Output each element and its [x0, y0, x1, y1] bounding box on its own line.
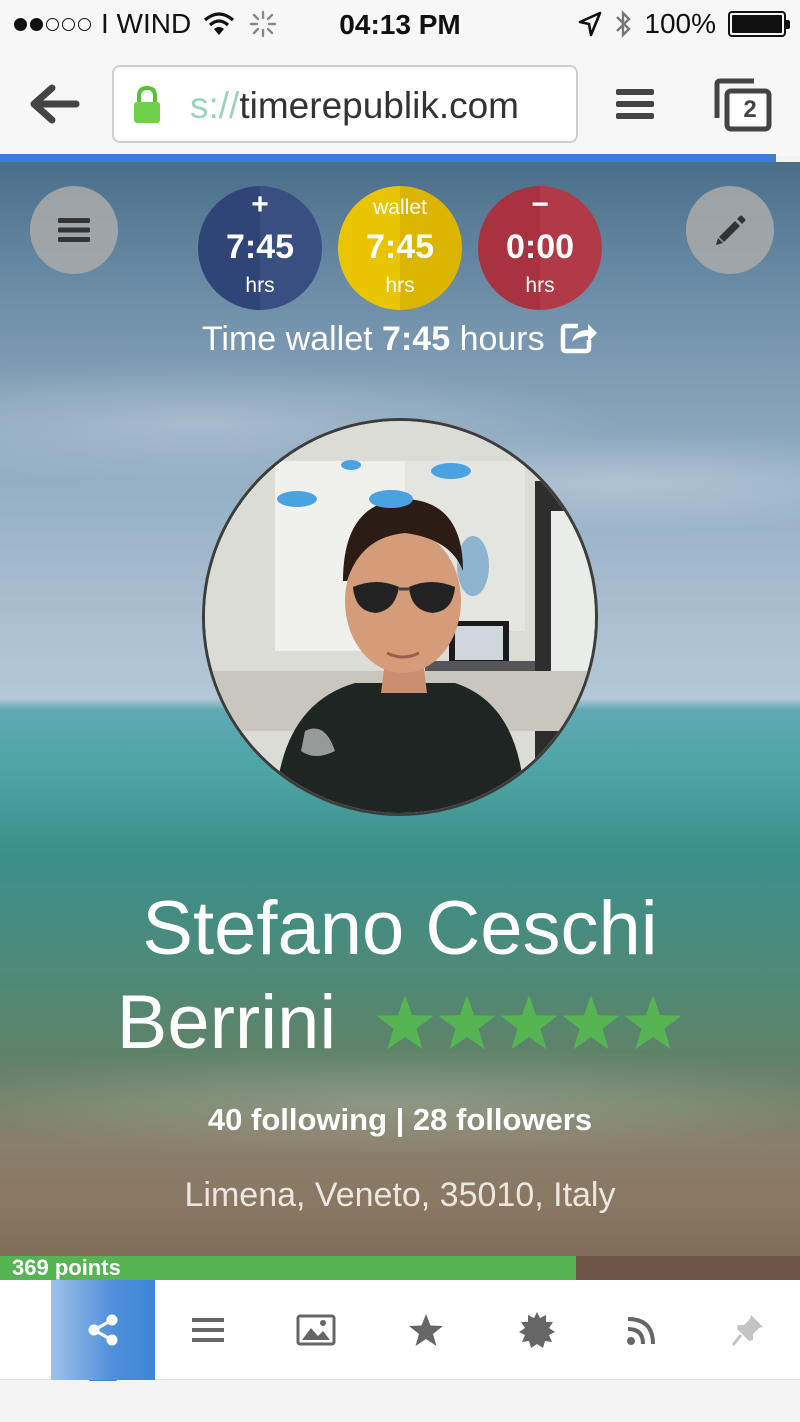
profile-location: Limena, Veneto, 35010, Italy [184, 1176, 616, 1214]
pin-icon [731, 1315, 763, 1346]
url-text: s://timerepublik.com [190, 85, 519, 126]
tab-pinned[interactable] [696, 1280, 800, 1380]
battery-percent: 100% [644, 8, 716, 39]
image-icon [296, 1314, 336, 1346]
points-progress-bar: 369 points [0, 1256, 800, 1280]
share-external-icon[interactable] [560, 320, 598, 354]
follow-stats[interactable]: 40 following | 28 followers [0, 1102, 800, 1138]
tab-photos[interactable] [264, 1280, 368, 1380]
bluetooth-icon [616, 10, 632, 38]
earned-hours-circle[interactable]: + 7:45 hrs [198, 186, 322, 310]
lock-icon [134, 85, 160, 123]
page-content-below [0, 1381, 800, 1422]
rating-star [624, 995, 682, 1050]
tab-list[interactable] [156, 1280, 260, 1380]
profile-hero: + 7:45 hrs wallet 7:45 hrs − 0:00 hrs Ti… [0, 162, 800, 1280]
rss-icon [627, 1317, 655, 1345]
battery-icon [728, 11, 790, 37]
pencil-icon [716, 215, 746, 245]
tab-favorites[interactable] [374, 1280, 478, 1380]
profile-photo[interactable] [202, 418, 598, 816]
edit-profile-button[interactable] [686, 186, 774, 274]
points-label: 369 points [12, 1255, 121, 1280]
page-load-progress [0, 154, 776, 162]
rating-star [500, 995, 558, 1050]
address-bar[interactable]: s://timerepublik.com [112, 65, 578, 143]
hamburger-icon [58, 218, 90, 242]
tab-count: 2 [743, 96, 757, 123]
time-wallet-summary: Time wallet 7:45 hours [0, 320, 800, 359]
profile-name: Stefano Ceschi Berrini [0, 882, 800, 1070]
list-icon [192, 1318, 224, 1342]
profile-menu-button[interactable] [30, 186, 118, 274]
status-bar: I WIND 04:13 PM 100% [0, 0, 800, 52]
wallet-balance-circle[interactable]: wallet 7:45 hrs [338, 186, 462, 310]
rating-star [376, 995, 434, 1050]
tabs-button[interactable]: 2 [714, 78, 772, 132]
badge-icon [519, 1312, 555, 1348]
browser-menu-icon[interactable] [614, 86, 656, 122]
share-icon [88, 1314, 118, 1346]
back-arrow-icon[interactable] [26, 80, 82, 128]
tab-feed[interactable] [590, 1280, 694, 1380]
tab-share[interactable] [51, 1280, 155, 1396]
location-arrow-icon [579, 11, 602, 37]
tab-badges[interactable] [485, 1280, 589, 1380]
rating-star [562, 995, 620, 1050]
profile-tab-bar [0, 1280, 800, 1396]
rating-star [438, 995, 496, 1050]
rating-stars [376, 995, 682, 1050]
star-icon [409, 1314, 443, 1346]
spent-hours-circle[interactable]: − 0:00 hrs [478, 186, 602, 310]
browser-toolbar: s://timerepublik.com 2 [0, 52, 800, 156]
